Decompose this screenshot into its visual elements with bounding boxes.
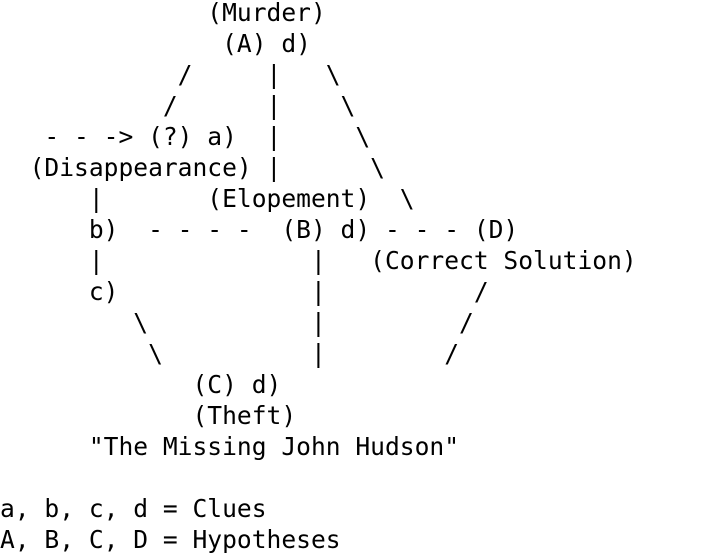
diagram-line: / | \: [0, 60, 341, 89]
diagram-line: b) - - - - (B) d) - - - (D): [0, 215, 519, 244]
diagram-line: \ | /: [0, 308, 474, 337]
diagram-line: (Disappearance) | \: [0, 153, 385, 182]
diagram-line: | (Elopement) \: [0, 184, 415, 213]
diagram-line: [0, 462, 704, 493]
diagram-line: (A) d): [0, 29, 311, 58]
legend-clues: a, b, c, d = Clues: [0, 494, 267, 523]
diagram-title: "The Missing John Hudson": [0, 432, 460, 461]
diagram-line: \ | /: [0, 339, 460, 368]
diagram-line: (Theft): [0, 401, 297, 430]
diagram-line: (Murder): [0, 0, 326, 27]
diagram-line: - - -> (?) a) | \: [0, 122, 371, 151]
diagram-line: | | (Correct Solution): [0, 246, 637, 275]
legend-hypotheses: A, B, C, D = Hypotheses: [0, 525, 341, 554]
diagram-line: c) | /: [0, 277, 489, 306]
diagram-line: (C) d): [0, 370, 282, 399]
diagram-line: / | \: [0, 91, 356, 120]
ascii-hypothesis-diagram: (Murder) (A) d) / | \ / | \ - - -> (?) a…: [0, 0, 704, 558]
